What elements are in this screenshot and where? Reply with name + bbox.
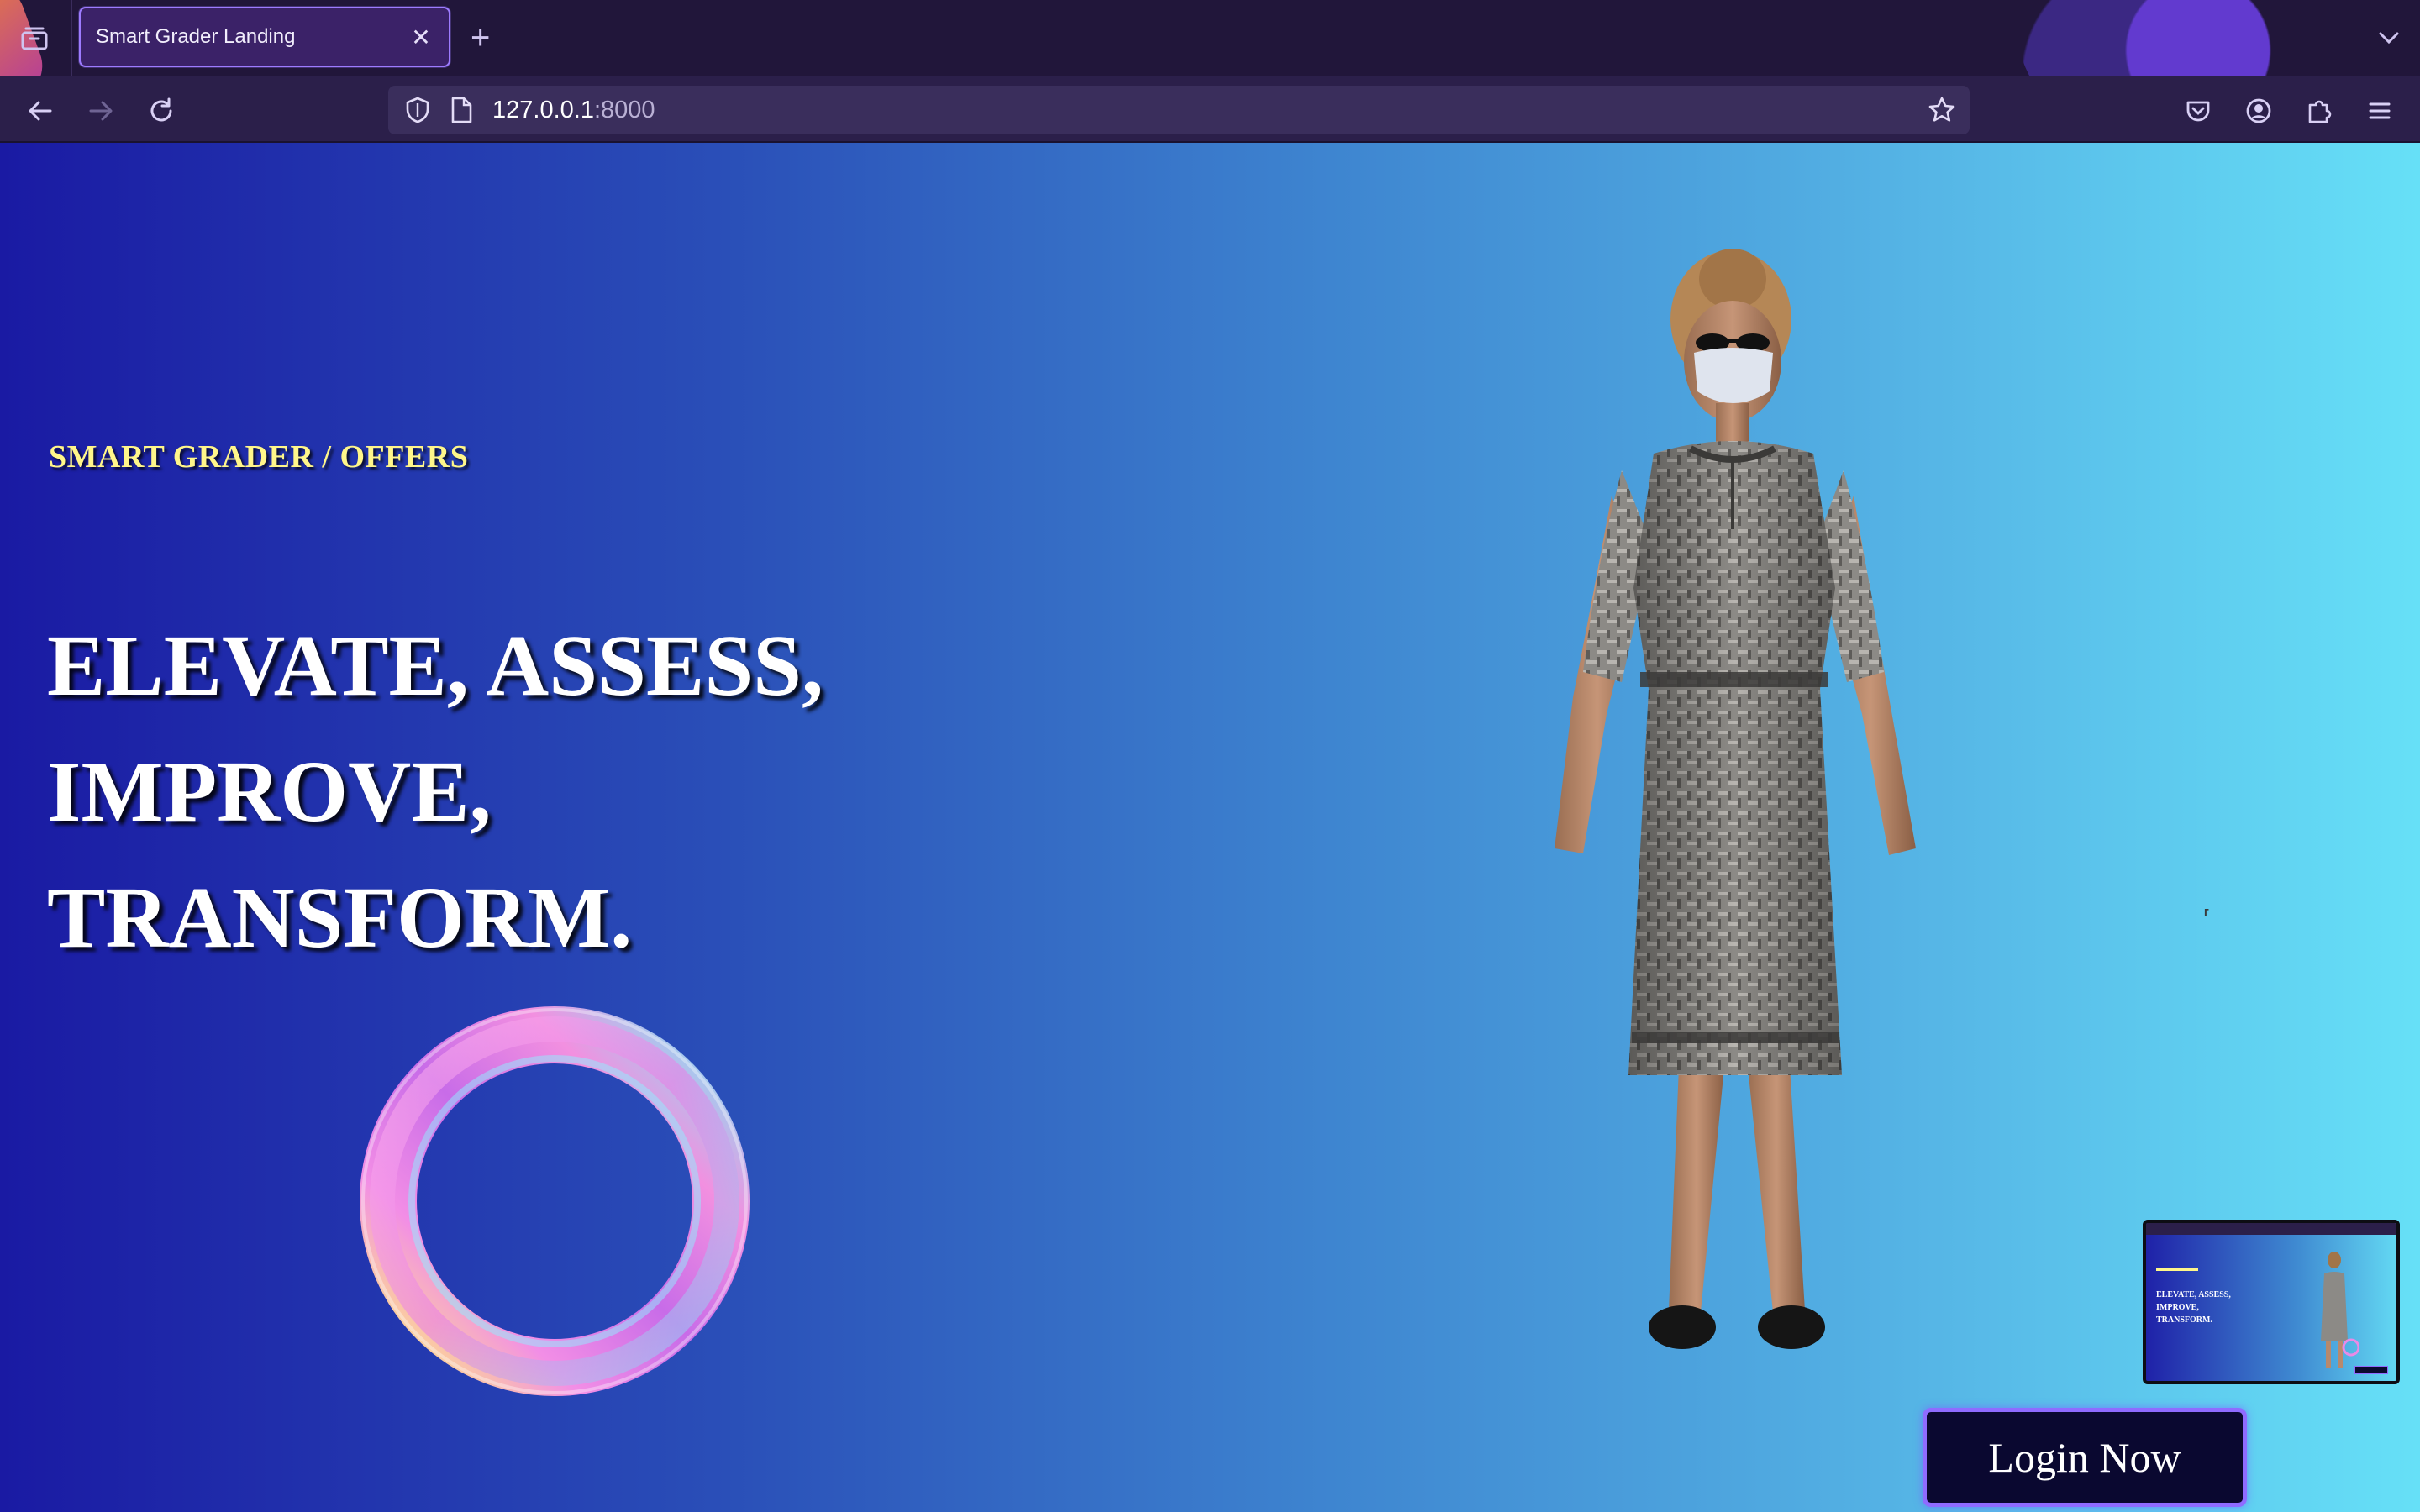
forward-arrow-icon[interactable] xyxy=(82,92,119,129)
page-viewport: SMART GRADER / OFFERS ELEVATE, ASSESS, I… xyxy=(0,143,2420,1512)
headline-line: IMPROVE, xyxy=(47,743,492,840)
preview-avatar xyxy=(2321,1252,2360,1368)
chevron-down-icon[interactable] xyxy=(2376,25,2402,55)
theme-decoration xyxy=(2017,0,2319,76)
preview-line: TRANSFORM. xyxy=(2156,1315,2212,1325)
headline-line: TRANSFORM. xyxy=(47,869,633,966)
cursor-marker: ⸢ xyxy=(2203,907,2211,928)
browser-tab-bar: Smart Grader Landing ✕ + xyxy=(0,0,2420,76)
preview-toolbar xyxy=(2146,1223,2396,1235)
url-text[interactable]: 127.0.0.1:8000 xyxy=(492,97,655,124)
account-icon[interactable] xyxy=(2240,92,2277,129)
browser-toolbar: 127.0.0.1:8000 xyxy=(0,76,2420,143)
close-tab-icon[interactable]: ✕ xyxy=(408,24,434,51)
tab-title: Smart Grader Landing xyxy=(96,25,296,48)
iridescent-ring-graphic xyxy=(360,1006,750,1396)
3d-avatar-figure xyxy=(1555,249,1916,1349)
pocket-icon[interactable] xyxy=(2180,92,2217,129)
hamburger-menu-icon[interactable] xyxy=(2361,92,2398,129)
reload-icon[interactable] xyxy=(143,92,180,129)
tab-divider xyxy=(71,0,72,76)
tab-list-icon[interactable] xyxy=(15,22,54,55)
page-info-icon[interactable] xyxy=(449,96,474,129)
active-tab[interactable]: Smart Grader Landing ✕ xyxy=(79,7,450,67)
screen-preview-thumbnail[interactable]: ELEVATE, ASSESS, IMPROVE, TRANSFORM. xyxy=(2143,1220,2400,1384)
tracking-protection-shield-icon[interactable] xyxy=(403,96,432,129)
url-port: :8000 xyxy=(593,97,655,123)
bookmark-star-icon[interactable] xyxy=(1928,96,1956,129)
preview-line: IMPROVE, xyxy=(2156,1303,2199,1312)
brand-eyebrow: SMART GRADER / OFFERS xyxy=(49,439,469,475)
preview-eyebrow xyxy=(2156,1268,2198,1271)
extensions-puzzle-icon[interactable] xyxy=(2301,92,2338,129)
hero-headline: ELEVATE, ASSESS, IMPROVE, TRANSFORM. xyxy=(47,603,823,981)
preview-headline: ELEVATE, ASSESS, IMPROVE, TRANSFORM. xyxy=(2156,1289,2231,1326)
address-bar[interactable]: 127.0.0.1:8000 xyxy=(388,86,1970,134)
url-host: 127.0.0.1 xyxy=(492,97,594,123)
login-now-button[interactable]: Login Now xyxy=(1923,1408,2247,1507)
back-arrow-icon[interactable] xyxy=(22,92,59,129)
preview-login-button xyxy=(2354,1366,2388,1374)
headline-line: ELEVATE, ASSESS, xyxy=(47,617,824,714)
preview-line: ELEVATE, ASSESS, xyxy=(2156,1290,2231,1299)
new-tab-button[interactable]: + xyxy=(471,18,490,57)
